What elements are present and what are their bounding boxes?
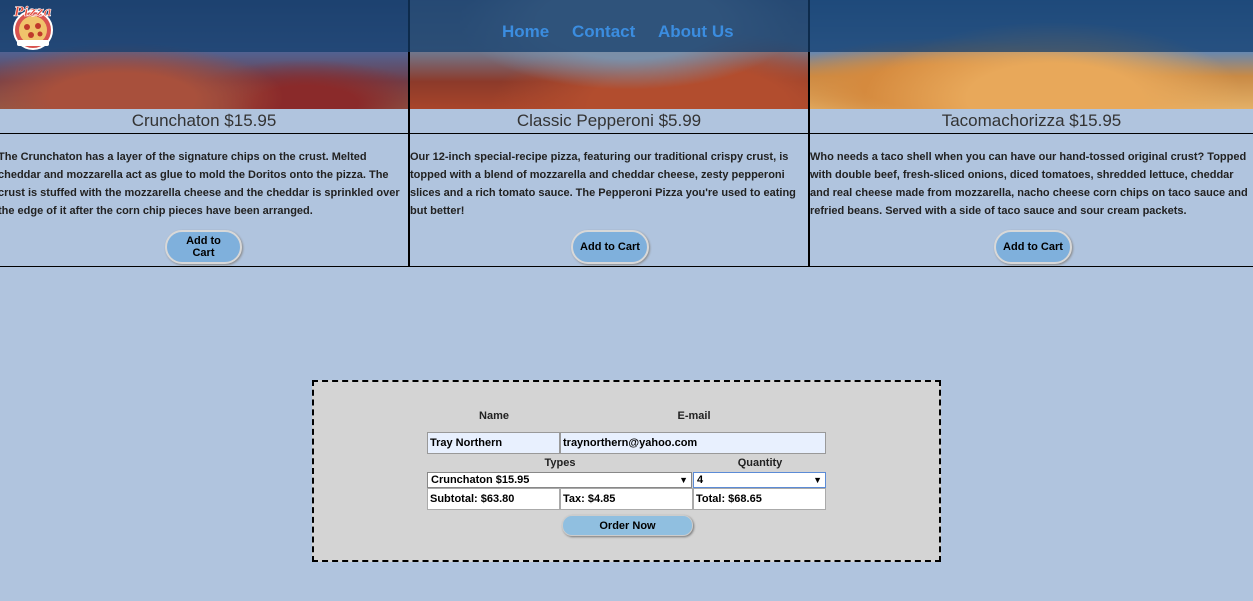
quantity-select[interactable]: 4 ▼ [693, 472, 826, 488]
email-label: E-mail [677, 410, 711, 422]
pizza-logo[interactable]: Pizza [9, 2, 57, 50]
name-label: Name [479, 410, 509, 422]
quantity-label: Quantity [737, 457, 783, 469]
product-title: Tacomachorizza $15.95 [810, 109, 1253, 134]
add-to-cart-button[interactable]: Add to Cart [994, 230, 1072, 264]
add-to-cart-button[interactable]: Add to Cart [165, 230, 242, 264]
name-input[interactable]: Tray Northern [427, 432, 560, 454]
product-title: Crunchaton $15.95 [0, 109, 408, 134]
order-now-button[interactable]: Order Now [562, 515, 693, 536]
type-select[interactable]: Crunchaton $15.95 ▼ [427, 472, 692, 488]
product-title: Classic Pepperoni $5.99 [410, 109, 808, 134]
tax-field: Tax: $4.85 [560, 488, 693, 510]
nav-link-home[interactable]: Home [502, 22, 549, 42]
types-label: Types [544, 457, 576, 469]
navbar: Pizza Home Contact About Us [0, 0, 1253, 52]
email-input[interactable]: traynorthern@yahoo.com [560, 432, 826, 454]
dropdown-arrow-icon: ▼ [679, 475, 688, 485]
subtotal-field: Subtotal: $63.80 [427, 488, 560, 510]
nav-link-contact[interactable]: Contact [572, 22, 635, 42]
product-description: Our 12-inch special-recipe pizza, featur… [410, 151, 796, 217]
nav-link-about-us[interactable]: About Us [658, 22, 734, 42]
total-field: Total: $68.65 [693, 488, 826, 510]
dropdown-arrow-icon: ▼ [813, 475, 822, 485]
quantity-select-value: 4 [697, 474, 704, 486]
add-to-cart-button[interactable]: Add to Cart [571, 230, 649, 264]
logo-text: Pizza [13, 5, 52, 20]
product-description: The Crunchaton has a layer of the signat… [0, 151, 400, 217]
product-description: Who needs a taco shell when you can have… [810, 151, 1248, 217]
type-select-value: Crunchaton $15.95 [431, 474, 530, 486]
